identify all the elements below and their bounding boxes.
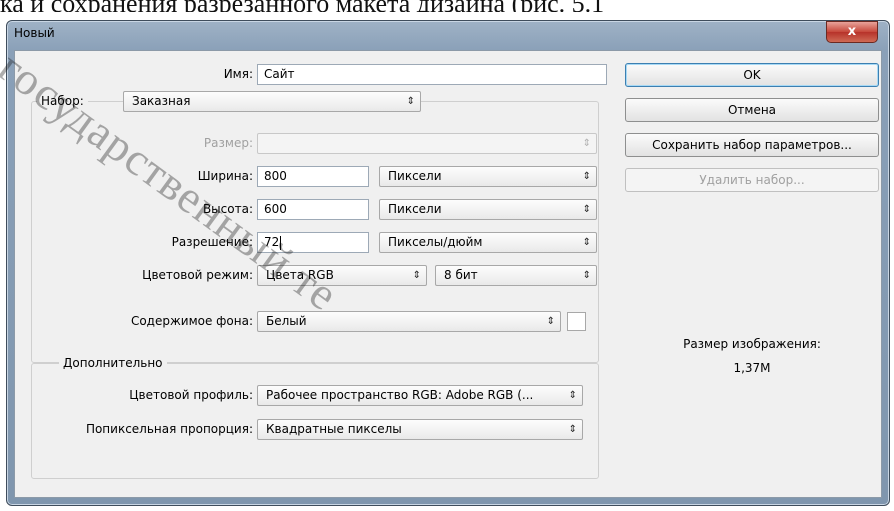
width-unit-value: Пиксели (388, 169, 442, 183)
advanced-legend: Дополнительно (59, 356, 167, 370)
height-unit-value: Пиксели (388, 202, 442, 216)
resolution-value: 72 (264, 235, 280, 249)
preset-select[interactable]: Заказная ⇕ (123, 91, 421, 112)
text-caret (280, 235, 282, 250)
pixel-aspect-label: Попиксельная пропорция: (85, 422, 253, 436)
close-icon: x (847, 24, 857, 39)
pixel-aspect-value: Квадратные пикселы (266, 422, 402, 436)
height-input[interactable]: 600 (257, 199, 369, 220)
ok-button[interactable]: OK (625, 63, 879, 87)
background-page-text: ка и сохранения разрезанного макета диза… (0, 0, 894, 12)
name-input[interactable]: Сайт (257, 64, 607, 85)
color-profile-label: Цветовой профиль: (129, 388, 253, 402)
bit-depth-select[interactable]: 8 бит ⇕ (435, 265, 597, 286)
width-label: Ширина: (197, 169, 253, 183)
background-contents-select[interactable]: Белый ⇕ (257, 311, 561, 332)
background-contents-value: Белый (266, 314, 307, 328)
delete-preset-button: Удалить набор... (625, 168, 879, 192)
height-unit-select[interactable]: Пиксели ⇕ (379, 199, 597, 220)
close-button[interactable]: x (826, 21, 878, 43)
color-profile-select[interactable]: Рабочее пространство RGB: Adobe RGB (...… (257, 385, 583, 406)
color-mode-value: Цвета RGB (266, 268, 334, 282)
save-preset-button[interactable]: Сохранить набор параметров... (625, 133, 879, 157)
image-size-value: 1,37M (733, 361, 771, 375)
background-color-swatch[interactable] (567, 312, 586, 331)
updown-arrows-icon: ⇕ (582, 237, 591, 248)
updown-arrows-icon: ⇕ (568, 424, 577, 435)
background-contents-label: Содержимое фона: (130, 314, 253, 328)
size-select: ⇕ (257, 133, 597, 154)
resolution-unit-value: Пикселы/дюйм (388, 235, 483, 249)
dialog-client-area: Имя: Сайт Набор: Заказная ⇕ Размер: ⇕ Ши… (14, 50, 882, 498)
width-unit-select[interactable]: Пиксели ⇕ (379, 166, 597, 187)
updown-arrows-icon: ⇕ (582, 270, 591, 281)
color-mode-label: Цветовой режим: (142, 268, 253, 282)
updown-arrows-icon: ⇕ (582, 204, 591, 215)
width-input[interactable]: 800 (257, 166, 369, 187)
color-mode-select[interactable]: Цвета RGB ⇕ (257, 265, 427, 286)
resolution-label: Разрешение: (171, 235, 253, 249)
height-label: Высота: (202, 202, 253, 216)
resolution-input[interactable]: 72 (257, 232, 369, 253)
size-label: Размер: (203, 136, 253, 150)
cancel-button[interactable]: Отмена (625, 98, 879, 122)
updown-arrows-icon: ⇕ (406, 96, 415, 107)
color-profile-value: Рабочее пространство RGB: Adobe RGB (... (266, 388, 534, 402)
resolution-unit-select[interactable]: Пикселы/дюйм ⇕ (379, 232, 597, 253)
preset-label: Набор: (37, 94, 88, 108)
updown-arrows-icon: ⇕ (568, 390, 577, 401)
dialog-title: Новый (14, 26, 55, 40)
updown-arrows-icon: ⇕ (582, 138, 591, 149)
name-label: Имя: (223, 67, 253, 81)
pixel-aspect-select[interactable]: Квадратные пикселы ⇕ (257, 419, 583, 440)
updown-arrows-icon: ⇕ (412, 270, 421, 281)
updown-arrows-icon: ⇕ (546, 316, 555, 327)
image-size-label: Размер изображения: (683, 337, 821, 351)
preset-select-value: Заказная (132, 94, 191, 108)
bit-depth-value: 8 бит (444, 268, 478, 282)
updown-arrows-icon: ⇕ (582, 171, 591, 182)
